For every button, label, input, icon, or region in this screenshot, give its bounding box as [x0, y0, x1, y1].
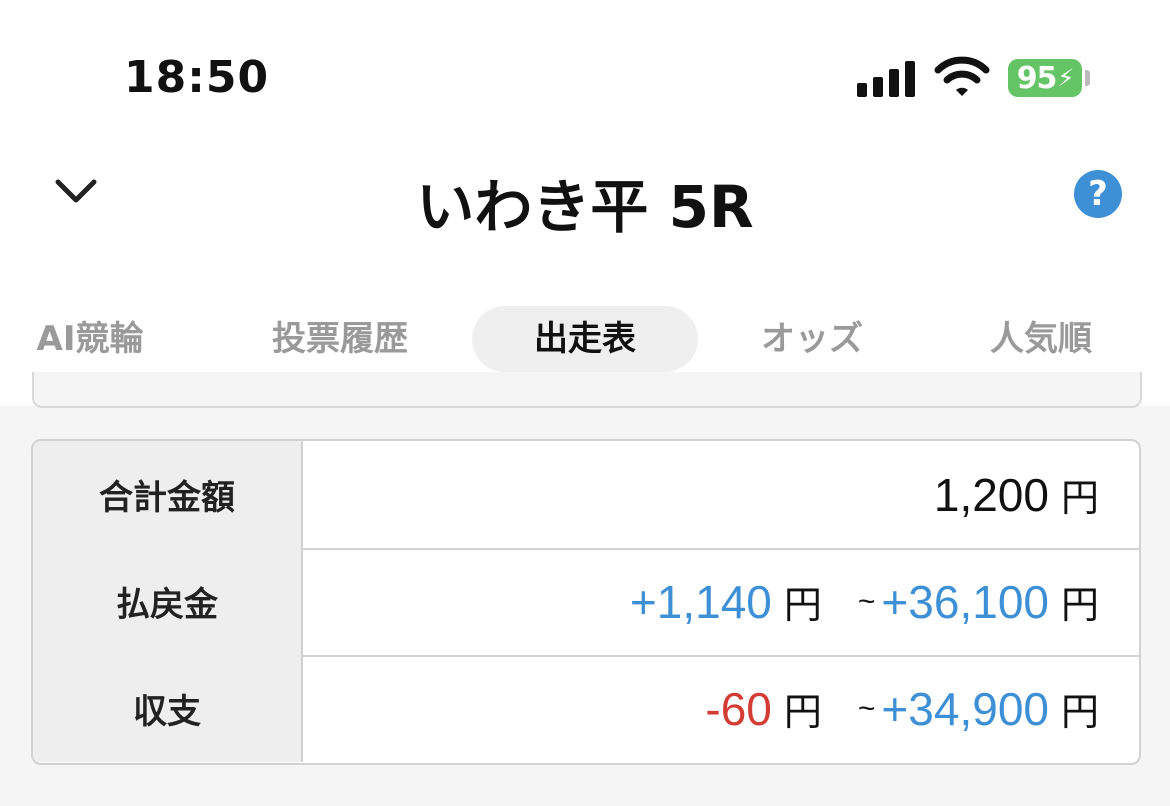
help-icon[interactable]: ? [1074, 170, 1122, 218]
total-amount: 1,200 [933, 468, 1049, 521]
battery-icon: 95 ⚡ [1008, 59, 1082, 97]
balance-max-unit: 円 [1060, 692, 1099, 734]
tab-popularity[interactable]: 人気順 [958, 306, 1124, 372]
payout-max-unit: 円 [1060, 585, 1099, 627]
battery-cap [1085, 70, 1090, 86]
tab-race-card[interactable]: 出走表 [472, 306, 698, 372]
payout-min: +1,140 [629, 575, 772, 628]
page-title: いわき平 5R [416, 173, 754, 241]
cellular-signal-icon [857, 59, 915, 97]
total-amount-label: 合計金額 [33, 441, 303, 548]
payout-min-unit: 円 [783, 585, 822, 627]
total-amount-row: 合計金額 1,200 円 [33, 441, 1139, 550]
payout-label: 払戻金 [33, 548, 303, 655]
payout-range-tilde: ~ [857, 584, 876, 618]
payout-max: +36,100 [881, 575, 1049, 628]
total-unit: 円 [1060, 478, 1099, 520]
balance-max: +34,900 [881, 682, 1049, 735]
payout-row: 払戻金 +1,140 円 ~ +36,100 円 [33, 548, 1139, 657]
tab-ai-keirin[interactable]: AI競輪 [10, 306, 170, 372]
balance-value: -60 円 ~ +34,900 円 [705, 655, 1103, 762]
battery-level: 95 [1016, 60, 1058, 96]
balance-label: 収支 [33, 655, 303, 762]
balance-min-unit: 円 [783, 692, 822, 734]
previous-card-edge [32, 372, 1142, 408]
balance-min: -60 [705, 682, 772, 735]
balance-row: 収支 -60 円 ~ +34,900 円 [33, 655, 1139, 762]
tab-vote-history[interactable]: 投票履歴 [238, 306, 442, 372]
balance-range-tilde: ~ [857, 691, 876, 725]
charging-bolt-icon: ⚡ [1057, 64, 1074, 92]
bet-summary-table: 合計金額 1,200 円 払戻金 +1,140 円 ~ +36,100 円 収支… [31, 439, 1141, 765]
status-time: 18:50 [124, 52, 270, 103]
total-amount-value: 1,200 円 [934, 441, 1103, 548]
tab-odds[interactable]: オッズ [730, 306, 894, 372]
wifi-icon [934, 56, 990, 96]
payout-value: +1,140 円 ~ +36,100 円 [630, 548, 1103, 655]
